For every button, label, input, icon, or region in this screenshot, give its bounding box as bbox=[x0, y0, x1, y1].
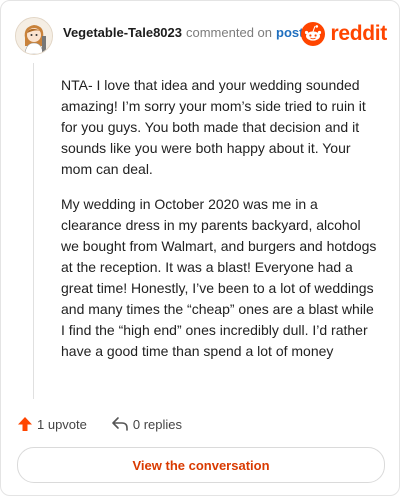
comment-header: Vegetable-Tale8023 commented on post reddi… bbox=[15, 15, 387, 55]
username-link[interactable]: Vegetable-Tale8023 bbox=[63, 25, 182, 40]
upvote-count: 1 upvote bbox=[37, 416, 87, 432]
thread-line bbox=[33, 63, 34, 399]
reddit-wordmark: reddit bbox=[330, 22, 387, 45]
comment-card: Vegetable-Tale8023 commented on post reddi… bbox=[0, 0, 400, 496]
comment-actions: 1 upvote 0 replies bbox=[17, 413, 206, 435]
avatar-illustration-icon bbox=[16, 18, 52, 54]
comment-meta: Vegetable-Tale8023 commented on post bbox=[63, 25, 303, 40]
reply-arrow-icon bbox=[112, 417, 128, 431]
upvote-button[interactable]: 1 upvote bbox=[17, 416, 87, 432]
user-avatar[interactable] bbox=[15, 17, 53, 55]
replies-button[interactable]: 0 replies bbox=[111, 416, 182, 432]
comment-body: NTA- I love that idea and your wedding s… bbox=[61, 75, 379, 376]
post-link[interactable]: post bbox=[276, 25, 303, 40]
reddit-logo[interactable]: reddit bbox=[301, 20, 387, 48]
comment-paragraph-1: NTA- I love that idea and your wedding s… bbox=[61, 77, 366, 177]
view-conversation-button[interactable]: View the conversation bbox=[17, 447, 385, 483]
comment-paragraph-2: My wedding in October 2020 was me in a c… bbox=[61, 196, 377, 359]
reddit-snoo-icon bbox=[301, 22, 326, 46]
upvote-arrow-icon bbox=[18, 417, 32, 431]
action-text: commented on bbox=[186, 25, 272, 40]
replies-count: 0 replies bbox=[132, 416, 183, 432]
